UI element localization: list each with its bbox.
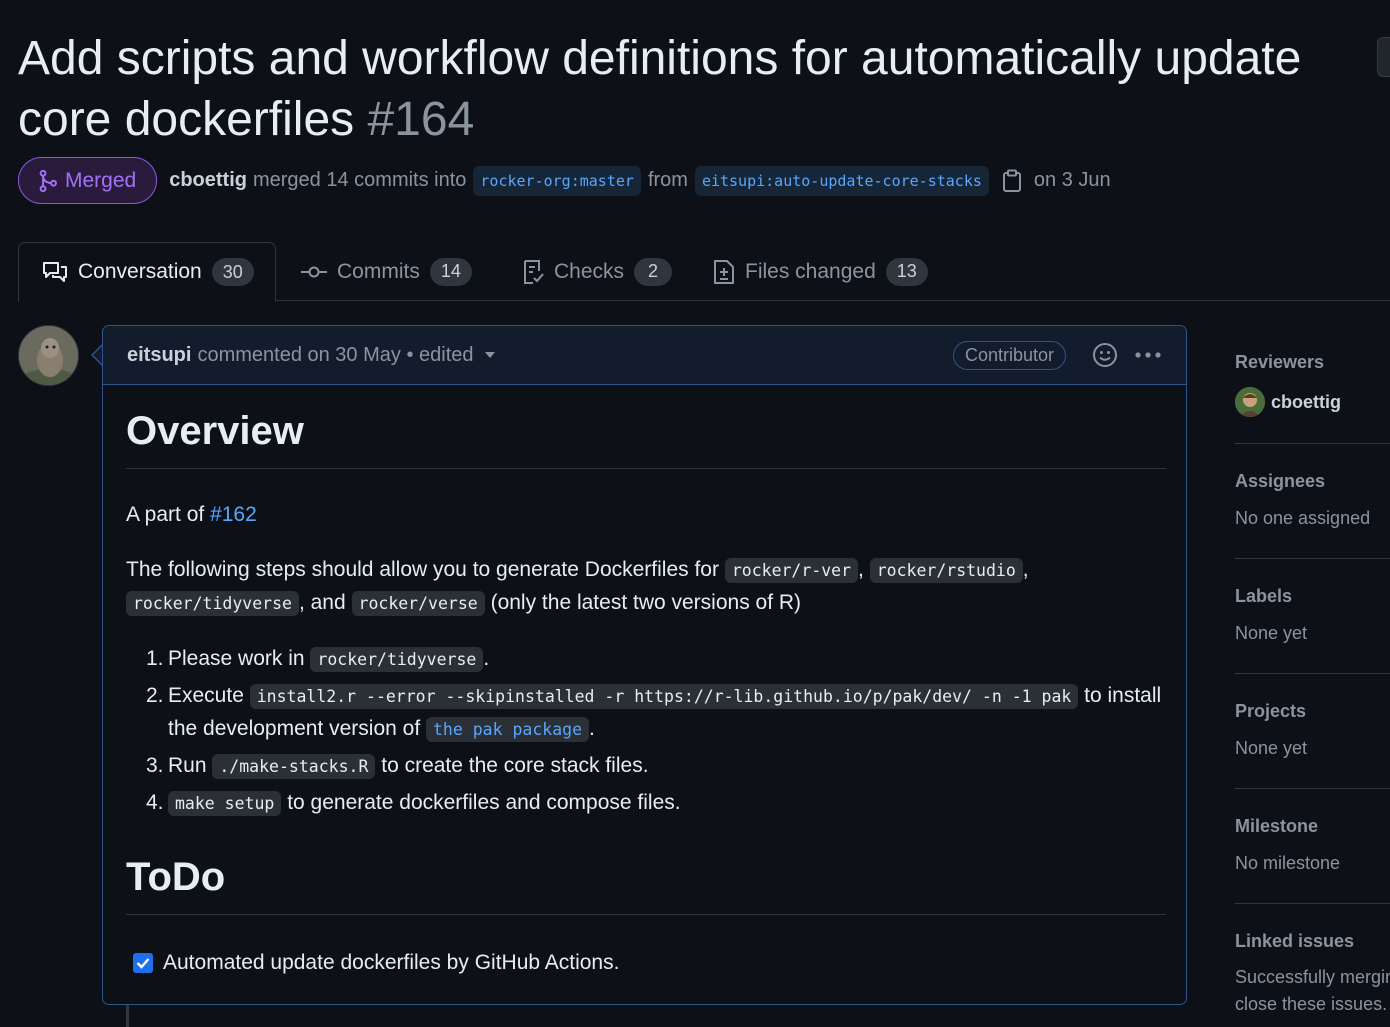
list-text: to install <box>1084 684 1162 707</box>
and-text: , and <box>298 591 346 614</box>
pr-number: #164 <box>367 93 475 146</box>
reviewers-label[interactable]: Reviewers <box>1235 352 1390 373</box>
contributor-badge: Contributor <box>952 340 1066 370</box>
code-make-setup: make setup <box>168 791 282 816</box>
task-checkbox[interactable] <box>133 953 153 973</box>
sidebar-projects: Projects None yet <box>1235 673 1390 759</box>
comment-box: eitsupi commented on 30 May • edited Con… <box>102 325 1187 1005</box>
todo-task: Automated update dockerfiles by GitHub A… <box>133 951 619 975</box>
tab-checks[interactable]: Checks 2 <box>522 242 673 301</box>
file-diff-icon <box>713 259 735 285</box>
list-item: 4. make setup to generate dockerfiles and… <box>146 791 681 816</box>
code-r-ver: rocker/r-ver <box>724 558 859 583</box>
tab-files-changed[interactable]: Files changed 13 <box>713 242 928 301</box>
list-text: Run <box>168 754 207 777</box>
reviewer-item[interactable]: cboettig <box>1235 387 1390 417</box>
pak-package-link[interactable]: the pak package <box>426 717 590 742</box>
tab-label: Checks <box>554 259 625 283</box>
list-text: to create the core stack files. <box>381 754 649 777</box>
tab-label: Files changed <box>745 259 876 283</box>
sidebar-assignees: Assignees No one assigned <box>1235 443 1390 529</box>
chevron-down-icon[interactable] <box>484 351 496 359</box>
list-text: the development version of <box>168 717 421 740</box>
head-branch[interactable]: eitsupi:auto-update-core-stacks <box>694 165 989 196</box>
code-install-command: install2.r --error --skipinstalled -r ht… <box>249 684 1079 709</box>
comment-author[interactable]: eitsupi <box>127 344 191 367</box>
sidebar-reviewers: Reviewers cboettig <box>1235 352 1390 417</box>
part-of-paragraph: A part of #162 <box>126 498 257 531</box>
git-merge-icon <box>39 169 57 192</box>
milestone-value: No milestone <box>1235 853 1341 873</box>
comment-discussion-icon <box>42 261 68 283</box>
linked-issues-line2: close these issues. <box>1235 994 1388 1014</box>
timeline-line <box>126 1005 129 1027</box>
pr-title-text: Add scripts and workflow definitions for… <box>18 32 1302 146</box>
labels-label[interactable]: Labels <box>1235 586 1390 607</box>
tab-counter: 13 <box>885 257 928 286</box>
list-item: 2. Execute install2.r --error --skipinsta… <box>146 684 1162 709</box>
labels-value: None yet <box>1235 623 1308 643</box>
assignees-value: No one assigned <box>1235 508 1371 528</box>
merged-text: merged 14 commits into <box>252 169 467 191</box>
merge-date: on 3 Jun <box>1033 169 1111 191</box>
task-label: Automated update dockerfiles by GitHub A… <box>163 951 620 974</box>
sidebar-labels: Labels None yet <box>1235 558 1390 644</box>
linked-issues-value: Successfully merging close these issues. <box>1235 964 1390 1018</box>
edit-button[interactable] <box>1377 37 1390 77</box>
tab-counter: 14 <box>429 257 472 286</box>
list-item: 3. Run ./make-stacks.R to create the core… <box>146 754 649 779</box>
base-branch[interactable]: rocker-org:master <box>473 165 641 196</box>
tab-counter: 2 <box>634 257 673 286</box>
git-commit-icon <box>301 265 327 279</box>
steps-intro: The following steps should allow you to … <box>126 558 719 581</box>
projects-label[interactable]: Projects <box>1235 701 1390 722</box>
tab-conversation[interactable]: Conversation 30 <box>18 242 276 302</box>
issue-link[interactable]: #162 <box>210 503 257 526</box>
comment-meta[interactable]: commented on 30 May • edited <box>197 344 473 367</box>
avatar[interactable] <box>18 325 79 386</box>
milestone-label[interactable]: Milestone <box>1235 816 1390 837</box>
sidebar-linked-issues: Linked issues Successfully merging close… <box>1235 903 1390 1018</box>
state-label: Merged <box>65 168 137 192</box>
code-make-stacks: ./make-stacks.R <box>212 754 376 779</box>
avatar <box>1235 387 1265 417</box>
list-item-continuation: the development version of the pak packa… <box>168 717 595 742</box>
reviewer-name[interactable]: cboettig <box>1271 392 1341 413</box>
from-text: from <box>647 169 688 191</box>
list-text: Execute <box>168 684 244 707</box>
tab-commits[interactable]: Commits 14 <box>301 242 472 301</box>
heading-overview: Overview <box>126 409 1166 469</box>
assignees-label[interactable]: Assignees <box>1235 471 1390 492</box>
tab-label: Commits <box>337 259 420 283</box>
code-tidyverse-2: rocker/tidyverse <box>310 647 484 672</box>
copy-icon[interactable] <box>1002 169 1022 193</box>
checklist-icon <box>522 259 544 285</box>
steps-suffix: (only the latest two versions of R) <box>490 591 802 614</box>
code-tidyverse: rocker/tidyverse <box>126 591 299 616</box>
steps-intro-paragraph: The following steps should allow you to … <box>126 558 1029 583</box>
pr-title: Add scripts and workflow definitions for… <box>18 28 1348 150</box>
steps-intro-line2: rocker/tidyverse, and rocker/verse (only… <box>126 586 801 620</box>
tab-label: Conversation <box>78 260 202 283</box>
linked-issues-label[interactable]: Linked issues <box>1235 931 1390 952</box>
comment-header: eitsupi commented on 30 May • edited Con… <box>103 326 1186 385</box>
pr-author[interactable]: cboettig <box>169 169 247 192</box>
projects-value: None yet <box>1235 738 1308 758</box>
code-verse: rocker/verse <box>351 591 485 616</box>
heading-todo: ToDo <box>126 855 1166 915</box>
list-text: to generate dockerfiles and compose file… <box>287 791 681 814</box>
tab-counter: 30 <box>211 258 254 286</box>
kebab-horizontal-icon[interactable] <box>1134 351 1162 359</box>
smiley-icon[interactable] <box>1092 342 1118 368</box>
pr-meta: Merged cboettig merged 14 commits into r… <box>18 157 1111 204</box>
merged-state-badge: Merged <box>18 157 158 204</box>
sidebar-milestone: Milestone No milestone <box>1235 788 1390 874</box>
list-item: 1. Please work in rocker/tidyverse. <box>146 647 490 672</box>
part-of-prefix: A part of <box>126 503 205 526</box>
list-text: Please work in <box>168 647 305 670</box>
code-rstudio: rocker/rstudio <box>869 558 1023 583</box>
linked-issues-line1: Successfully merging <box>1235 967 1390 987</box>
pr-tabs: Conversation 30 Commits 14 Checks 2 File… <box>18 242 1390 302</box>
